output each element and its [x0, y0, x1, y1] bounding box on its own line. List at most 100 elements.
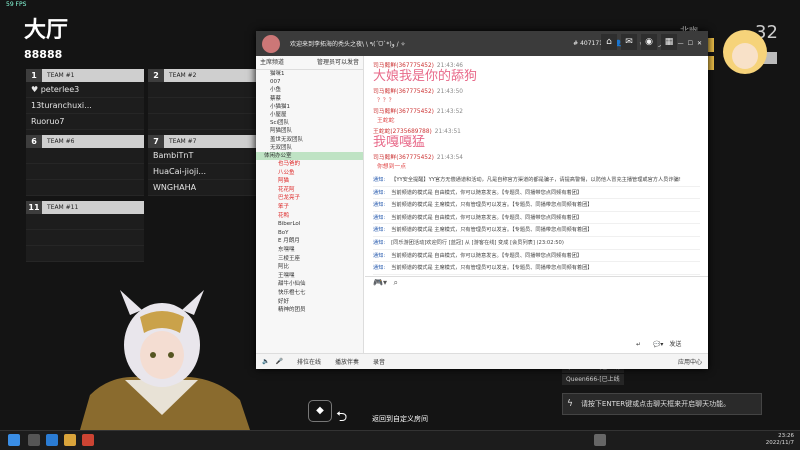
chat-message: 王蛇蛇(2735689788) 21:43:51 我嘎嘎猛	[373, 126, 700, 150]
team-card-6[interactable]: 6 TEAM #6	[26, 135, 144, 196]
channel-item[interactable]: 蔡蔡	[256, 95, 363, 103]
channel-item[interactable]: 小猫猫1	[256, 103, 363, 111]
team-card-11[interactable]: 11 TEAM #11	[26, 201, 144, 262]
home-icon[interactable]: ⌂	[601, 34, 617, 50]
team-slot-empty	[26, 180, 144, 196]
gift-icon[interactable]: ▦	[661, 34, 677, 50]
message-text: ？？？	[377, 98, 395, 104]
team-card-7[interactable]: 7 TEAM #7 BambiTnT HuaCai-jioji... WNGHAH…	[148, 135, 258, 196]
message-icon[interactable]: ✉	[621, 34, 637, 50]
app-icon[interactable]	[82, 434, 94, 446]
team-name: TEAM #7	[169, 138, 197, 145]
team-slot-empty	[26, 214, 144, 230]
app-center[interactable]: 应用中心	[678, 357, 702, 366]
explorer-icon[interactable]	[64, 434, 76, 446]
lobby-title: 大厅	[24, 18, 69, 43]
chat-history: 司马懿鲜(367775452) 21:43:46 大娘我是你的舔狗 司马懿鲜(36…	[365, 56, 708, 299]
send-area: ↵ 💬▾ 发送	[636, 339, 681, 348]
yy-voice-window[interactable]: 欢迎来到李拓海的秃头之夜\ \ ٩(ˊᗜˋ*)و / ✧ # 40717173 …	[256, 31, 708, 369]
member-item[interactable]: BiberLol	[256, 220, 363, 229]
channel-item[interactable]: 小屋屋	[256, 111, 363, 119]
channel-item[interactable]: Sci团队	[256, 119, 363, 127]
fps-counter: 59 FPS	[6, 1, 27, 8]
message-text: 王蛇蛇	[377, 118, 395, 124]
member-item[interactable]: 快乐橙七七	[256, 289, 363, 298]
team-name: TEAM #2	[169, 72, 197, 79]
edge-icon[interactable]	[46, 434, 58, 446]
member-item[interactable]: 阿猫	[256, 177, 363, 186]
team-name: TEAM #11	[47, 204, 79, 211]
channel-item[interactable]: 阿猫团队	[256, 127, 363, 135]
member-item[interactable]: 花花阿	[256, 186, 363, 195]
member-item[interactable]: 精神的团员	[256, 306, 363, 315]
member-item[interactable]: 王嘿嘿	[256, 272, 363, 281]
channel-item[interactable]: 猫咪1	[256, 70, 363, 78]
member-item[interactable]: 巴龙亮子	[256, 194, 363, 203]
gamepad-icon[interactable]: ◉	[641, 34, 657, 50]
emoji-search-icon[interactable]: ⌕	[394, 278, 398, 287]
bottom-item[interactable]: 排位在线	[297, 357, 321, 366]
room-id: 88888	[24, 48, 63, 61]
send-button[interactable]: 发送	[669, 341, 681, 348]
minimize-icon[interactable]: —	[678, 40, 684, 47]
member-item[interactable]: 花鸭	[256, 212, 363, 221]
enter-icon[interactable]: ↵	[636, 341, 641, 348]
game-chat-input[interactable]: ϟ 请按下ENTER键或点击聊天框来开启聊天功能。	[562, 393, 762, 415]
channel-item[interactable]: 007	[256, 78, 363, 86]
member-item[interactable]: 八公鱼	[256, 169, 363, 178]
message-time: 21:43:50	[436, 89, 463, 95]
team-slot-empty	[26, 246, 144, 262]
bottom-item[interactable]: 录音	[373, 357, 385, 366]
game-chat: Queen666-[已上线 Queen666-[已上线 ϟ 请按下ENTER键或…	[562, 362, 762, 415]
chat-message: 司马懿鲜(367775452) 21:43:54 你想到一点	[373, 152, 700, 170]
channel-item[interactable]: 无双团队	[256, 144, 363, 152]
chat-placeholder: 请按下ENTER键或点击聊天框来开启聊天功能。	[580, 400, 731, 408]
team-member: HuaCai-jioji...	[148, 164, 258, 180]
member-item[interactable]: 阿比	[256, 263, 363, 272]
message-time: 21:43:51	[434, 129, 461, 135]
team-slot-empty	[148, 114, 258, 130]
clock[interactable]: 23:26 2022/11/7	[766, 433, 794, 447]
channel-item[interactable]: 小鱼	[256, 86, 363, 94]
channel-tree-title[interactable]: 主席频道	[260, 56, 317, 69]
member-item[interactable]: 甜牛小仙仙	[256, 280, 363, 289]
return-arrow-icon[interactable]: ⮌	[336, 406, 347, 430]
system-notice: 通知: 当前频道的模式是 自由模式，你可以随意发言。【专题员、同播带您点同频有着团…	[373, 212, 700, 225]
member-item[interactable]: 笨子	[256, 203, 363, 212]
member-item[interactable]: 也马爸的	[256, 160, 363, 169]
close-icon[interactable]: ✕	[697, 40, 702, 47]
search-icon[interactable]	[28, 434, 40, 446]
message-time: 21:43:54	[436, 155, 463, 161]
maximize-icon[interactable]: ☐	[688, 40, 693, 47]
team-member: BambiTnT	[148, 148, 258, 164]
member-item[interactable]: 东嘿嘿	[256, 246, 363, 255]
team-number: 1	[26, 69, 42, 82]
system-notice: 通知: 当前频道的模式是 自由模式，你可以随意发言。【专题员、同播带您点同频有着团…	[373, 187, 700, 200]
channel-avatar[interactable]	[262, 34, 280, 53]
yy-bottom-bar: 🔈 🎤 排位在线 播放伴奏 录音 应用中心	[256, 353, 708, 369]
gamepad-icon[interactable]: 🎮▾	[373, 278, 387, 287]
active-channel[interactable]: 体闲办公室	[256, 151, 363, 161]
system-notice: 通知: 【YY安全提醒】YY官方无偿通道和活动，凡是自称官方渠道的都是骗子，请提高…	[373, 174, 700, 187]
mic-icon[interactable]: 🎤	[275, 358, 282, 365]
speaker-icon[interactable]: 🔈	[262, 358, 269, 365]
channel-item[interactable]: 盖世无双团队	[256, 136, 363, 144]
team-number: 11	[26, 201, 42, 214]
team-member: 13turanchuxi...	[26, 98, 144, 114]
message-text: 你想到一点	[377, 164, 406, 170]
yy-side-toolbar: ⌂ ✉ ◉ ▦	[601, 34, 677, 50]
member-item[interactable]: BoY	[256, 229, 363, 238]
lightning-icon: ϟ	[567, 399, 573, 409]
member-item[interactable]: 三棱王座	[256, 255, 363, 264]
tray-icon[interactable]	[594, 434, 606, 446]
chat-bubble-icon[interactable]: 💬▾	[653, 341, 663, 348]
member-item[interactable]: 好好	[256, 298, 363, 307]
message-text: 我嘎嘎猛	[373, 135, 426, 150]
back-to-custom-room-label[interactable]: 返回到自定义房间	[372, 414, 428, 424]
team-slot-empty	[26, 230, 144, 246]
back-key-icon[interactable]: ◆	[308, 400, 332, 422]
member-item[interactable]: E 月朗月	[256, 237, 363, 246]
bottom-item[interactable]: 播放伴奏	[335, 357, 359, 366]
start-icon[interactable]	[8, 434, 20, 446]
chat-message: 司马懿鲜(367775452) 21:43:52 王蛇蛇	[373, 106, 700, 124]
